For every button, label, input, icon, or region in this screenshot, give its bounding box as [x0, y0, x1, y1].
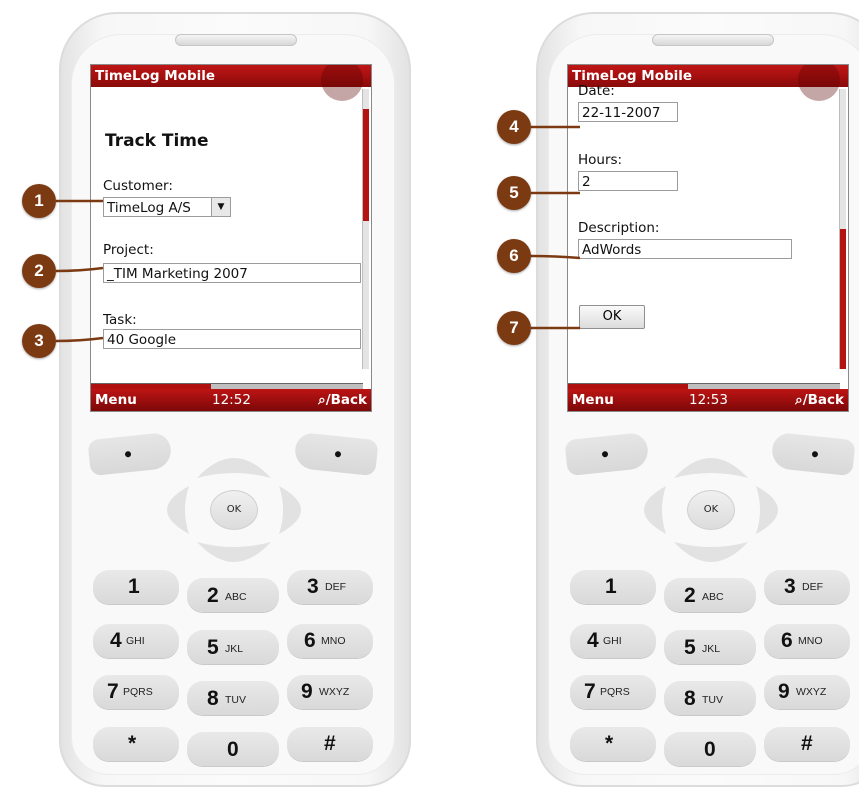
- callout-badge-5: 5: [497, 176, 531, 210]
- callout-line-6: [530, 254, 581, 260]
- callout-badge-1: 1: [22, 184, 56, 218]
- callout-line-2: [55, 266, 104, 273]
- callout-lines: [55, 125, 581, 343]
- callout-badge-4: 4: [497, 110, 531, 144]
- callout-line-3: [55, 336, 104, 343]
- callout-badge-6: 6: [497, 239, 531, 273]
- callout-badge-7: 7: [497, 311, 531, 345]
- callout-badge-2: 2: [22, 254, 56, 288]
- callout-badge-3: 3: [22, 324, 56, 358]
